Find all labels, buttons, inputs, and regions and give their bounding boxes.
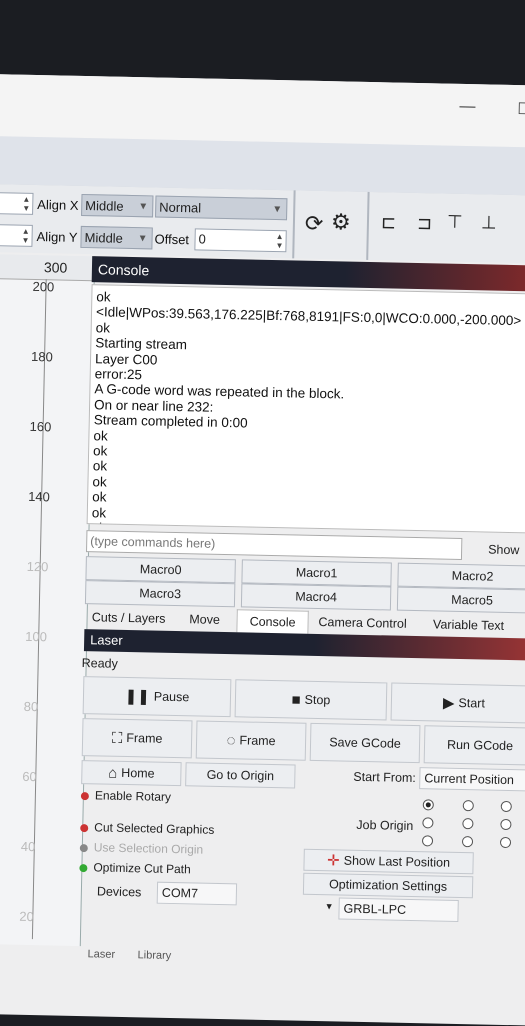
tab-move[interactable]: Move — [176, 608, 232, 631]
pause-icon: ❚❚ — [124, 687, 151, 706]
command-input[interactable]: (type commands here) — [86, 530, 463, 560]
align-y-select[interactable]: Middle ▼ — [80, 225, 153, 250]
run-gcode-button[interactable]: Run GCode — [423, 725, 525, 766]
ruler-label: 300 — [43, 259, 68, 276]
stop-icon: ■ — [291, 691, 301, 709]
optimization-settings-button[interactable]: Optimization Settings — [302, 872, 474, 899]
job-origin-radio[interactable] — [422, 799, 434, 811]
tab-laser[interactable]: Laser — [87, 948, 115, 961]
tab-cuts-layers[interactable]: Cuts / Layers — [84, 606, 172, 630]
align-x-label: Align X — [37, 197, 79, 213]
ruler-tick: 180 — [30, 348, 53, 365]
align-bottom-icon[interactable]: ⊥ — [481, 212, 497, 233]
offset-input[interactable]: 0 ▲ ▼ — [194, 228, 287, 253]
ruler-tick: 200 — [32, 278, 55, 295]
pause-button[interactable]: ❚❚ Pause — [82, 676, 232, 718]
toggle-icon — [80, 823, 89, 833]
offset-label: Offset — [154, 231, 190, 248]
devices-button[interactable]: Devices — [97, 884, 142, 899]
align-right-icon[interactable]: ⊐ — [417, 213, 433, 234]
mode-select[interactable]: Normal ▼ — [155, 195, 288, 221]
stop-button[interactable]: ■ Stop — [234, 679, 388, 721]
maximize-icon[interactable]: ☐ — [517, 99, 525, 119]
save-gcode-button[interactable]: Save GCode — [309, 722, 421, 764]
job-origin-radio[interactable] — [461, 836, 474, 848]
laser-machine-icon[interactable]: ⚙ — [331, 209, 351, 235]
align-x-select[interactable]: Middle ▼ — [81, 193, 154, 218]
macro-button[interactable]: Macro4 — [240, 583, 392, 611]
minimize-icon[interactable]: — — [459, 98, 475, 116]
use-selection-origin-toggle[interactable]: Use Selection Origin — [79, 840, 203, 857]
chevron-down-icon: ▼ — [272, 203, 283, 216]
toggle-icon — [79, 863, 88, 873]
job-origin-radio[interactable] — [421, 835, 434, 847]
start-button[interactable]: ▶ Start — [390, 682, 525, 724]
play-icon: ▶ — [442, 694, 455, 712]
job-origin-label: Job Origin — [356, 817, 414, 834]
start-from-label: Start From: — [353, 769, 417, 786]
macro-button[interactable]: Macro3 — [84, 580, 236, 608]
show-last-position-button[interactable]: ✛ Show Last Position — [303, 848, 474, 875]
macro-button[interactable]: Macro1 — [241, 559, 392, 587]
chevron-down-icon: ▼ — [137, 233, 148, 245]
divider — [292, 190, 296, 259]
job-origin-radio[interactable] — [462, 800, 474, 812]
console-output: ok <Idle|WPos:39.563,176.225|Bf:768,8191… — [86, 284, 525, 534]
home-icon: ⌂ — [108, 764, 118, 782]
toggle-icon — [80, 791, 89, 801]
ruler-tick: 60 — [22, 768, 37, 785]
macro-button[interactable]: Macro2 — [397, 562, 525, 590]
ruler-tick: 140 — [28, 488, 51, 505]
tab-camera-control[interactable]: Camera Control — [312, 611, 412, 635]
top-ruler: 0 300 — [0, 253, 95, 282]
position-field-1[interactable]: ▲ ▼ — [0, 191, 34, 215]
ruler-tick: 100 — [25, 628, 48, 645]
ruler-tick: 80 — [23, 698, 39, 715]
job-origin-radio[interactable] — [500, 800, 512, 813]
crosshair-icon: ✛ — [326, 851, 340, 870]
job-origin-radio[interactable] — [499, 836, 512, 849]
rotate-icon[interactable]: ⟳ — [305, 211, 324, 237]
device-select[interactable]: GRBL-LPC — [338, 897, 459, 922]
position-field-2[interactable]: ▲ ▼ — [0, 223, 33, 247]
port-select[interactable]: COM7 — [156, 881, 238, 906]
frame-button[interactable]: ⛶ Frame — [81, 718, 193, 759]
ruler-tick: 120 — [26, 558, 49, 575]
frame-icon: ⛶ — [111, 729, 123, 747]
home-button[interactable]: ⌂ Home — [81, 760, 182, 787]
toggle-icon — [79, 843, 88, 853]
tab-variable-text[interactable]: Variable Text — [418, 613, 518, 637]
tab-console[interactable]: Console — [236, 609, 309, 634]
ruler-tick: 40 — [20, 838, 36, 855]
job-origin-radio[interactable] — [422, 817, 434, 829]
tab-library[interactable]: Library — [137, 949, 171, 962]
enable-rotary-toggle[interactable]: Enable Rotary — [80, 788, 171, 804]
optimize-cut-path-toggle[interactable]: Optimize Cut Path — [79, 860, 191, 876]
title-bar: — ☐ — [0, 74, 525, 148]
cut-selected-toggle[interactable]: Cut Selected Graphics — [80, 820, 214, 837]
go-to-origin-button[interactable]: Go to Origin — [185, 762, 296, 789]
ruler-tick: 160 — [29, 418, 52, 435]
align-top-icon[interactable]: ⊤ — [447, 212, 463, 233]
job-origin-radio[interactable] — [462, 818, 474, 830]
show-all-toggle[interactable]: Show — [488, 543, 520, 558]
ruler-tick: 20 — [19, 908, 34, 925]
job-origin-radio[interactable] — [500, 818, 512, 831]
properties-bar: ▲ ▼ Align X Middle ▼ Normal ▼ ▲ ▼ Align Y Mi… — [0, 183, 525, 264]
divider — [366, 191, 370, 260]
macro-button[interactable]: Macro5 — [396, 586, 525, 614]
status-text: Ready — [81, 656, 118, 671]
chevron-down-icon[interactable]: ▼ — [325, 901, 334, 911]
app-window: — ☐ ▲ ▼ Align X Middle ▼ Normal ▼ ▲ ▼ Align … — [0, 74, 525, 1026]
macro-button[interactable]: Macro0 — [85, 556, 236, 584]
align-y-label: Align Y — [36, 229, 78, 245]
frame-round-button[interactable]: ◌ Frame — [195, 720, 307, 761]
align-left-icon[interactable]: ⊏ — [381, 212, 397, 233]
frame-circle-icon: ◌ — [226, 731, 236, 749]
start-from-select[interactable]: Current Position — [419, 767, 525, 792]
chevron-down-icon: ▼ — [138, 201, 149, 213]
